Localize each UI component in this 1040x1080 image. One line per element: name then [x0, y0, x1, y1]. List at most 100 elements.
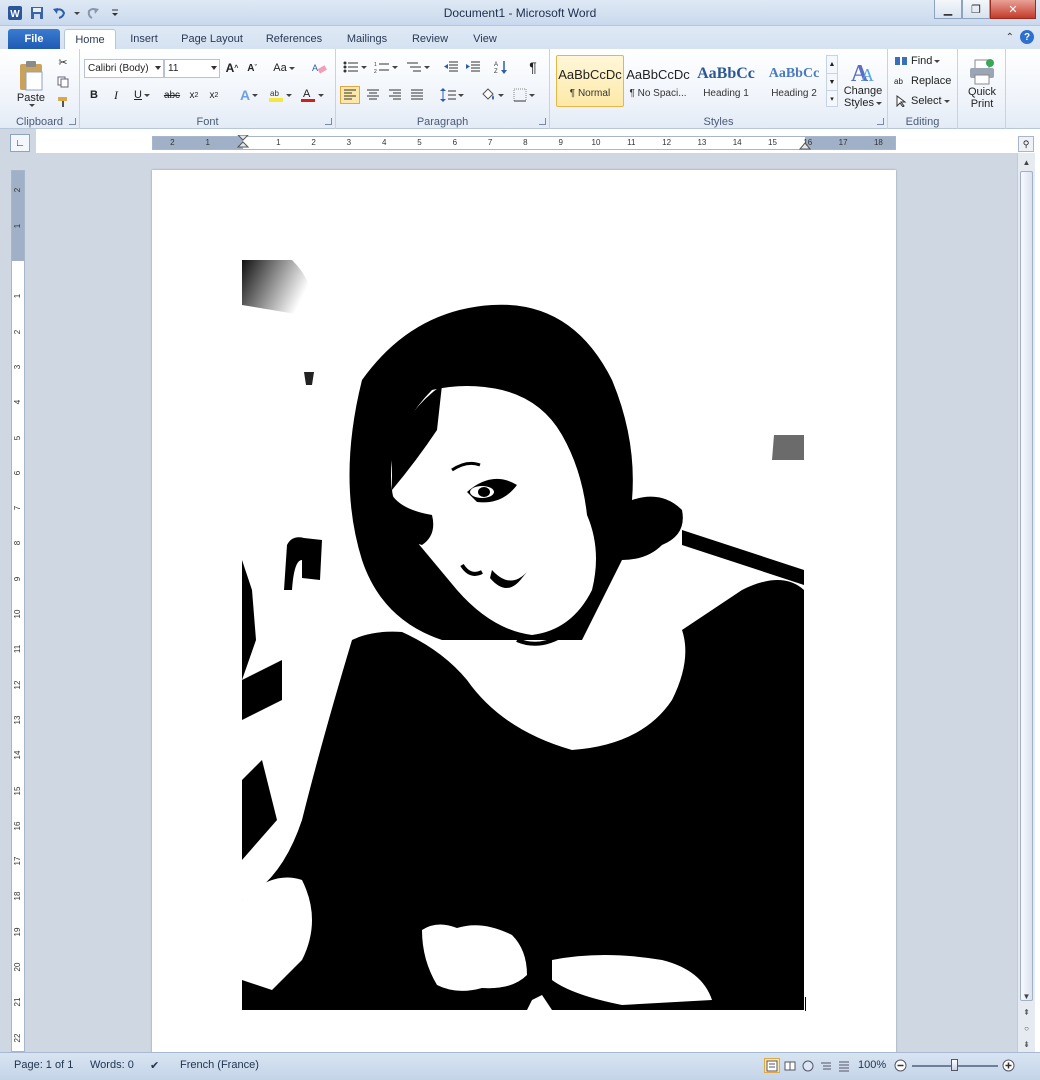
bold-icon[interactable]: B — [86, 87, 102, 103]
close-icon[interactable]: ✕ — [990, 0, 1036, 19]
font-launcher-icon[interactable] — [325, 118, 332, 125]
font-size-combo[interactable]: 11 — [164, 59, 220, 78]
web-layout-view-icon[interactable] — [800, 1058, 816, 1073]
styles-launcher-icon[interactable] — [877, 118, 884, 125]
font-color-icon[interactable]: A — [298, 87, 326, 103]
indent-markers-icon[interactable] — [237, 135, 249, 151]
paste-button[interactable]: Paste — [8, 53, 54, 113]
style-heading-2[interactable]: AaBbCc Heading 2 — [760, 55, 828, 107]
styles-more-icon[interactable]: ▾ — [827, 90, 837, 106]
increase-indent-icon[interactable] — [464, 59, 482, 75]
styles-scroll-down-icon[interactable]: ▼ — [827, 73, 837, 90]
numbering-icon[interactable]: 12 — [372, 59, 400, 75]
outline-view-icon[interactable] — [818, 1058, 834, 1073]
paragraph-launcher-icon[interactable] — [539, 118, 546, 125]
inserted-photo[interactable] — [242, 260, 804, 1010]
underline-icon[interactable]: U — [130, 87, 154, 103]
multilevel-list-icon[interactable] — [404, 59, 432, 75]
window-controls: ▁ ❐ ✕ — [934, 0, 1036, 20]
minimize-icon[interactable]: ▁ — [934, 0, 962, 19]
font-family-combo[interactable]: Calibri (Body) — [84, 59, 164, 78]
cut-icon[interactable]: ✂ — [56, 55, 70, 69]
show-formatting-icon[interactable]: ¶ — [524, 59, 542, 75]
tab-selector-button[interactable]: ∟ — [10, 134, 30, 152]
print-layout-view-icon[interactable] — [764, 1058, 780, 1073]
vruler-tick-label: 17 — [13, 856, 22, 866]
document-page[interactable] — [152, 170, 896, 1060]
zoom-level[interactable]: 100% — [858, 1059, 886, 1071]
style-heading-1[interactable]: AaBbCc Heading 1 — [692, 55, 760, 107]
line-spacing-icon[interactable] — [438, 87, 466, 103]
page-count[interactable]: Page: 1 of 1 — [14, 1059, 73, 1071]
superscript-icon[interactable]: x2 — [206, 87, 222, 103]
align-right-icon[interactable] — [386, 87, 404, 103]
quick-print-button[interactable]: Quick Print — [962, 53, 1002, 115]
highlight-icon[interactable]: ab — [266, 87, 294, 103]
shading-icon[interactable] — [478, 87, 506, 103]
justify-icon[interactable] — [408, 87, 426, 103]
styles-gallery-scroll[interactable]: ▲ ▼ ▾ — [826, 55, 838, 107]
full-screen-reading-view-icon[interactable] — [782, 1058, 798, 1073]
clipboard-launcher-icon[interactable] — [69, 118, 76, 125]
language-status[interactable]: French (France) — [180, 1059, 259, 1071]
paragraph-group: 12 AZ ¶ Paragraph — [336, 49, 550, 129]
text-effects-icon[interactable]: A — [236, 87, 262, 103]
tab-insert[interactable]: Insert — [120, 29, 168, 49]
next-page-icon[interactable]: ⇟ — [1020, 1037, 1033, 1051]
zoom-in-icon[interactable] — [1000, 1058, 1016, 1073]
zoom-slider-thumb[interactable] — [951, 1059, 958, 1071]
scroll-down-icon[interactable]: ▼ — [1020, 989, 1033, 1003]
font-family-value: Calibri (Body) — [88, 63, 149, 74]
tab-view[interactable]: View — [462, 29, 508, 49]
minimize-ribbon-icon[interactable]: ⌃ — [1006, 32, 1014, 43]
tab-mailings[interactable]: Mailings — [338, 29, 396, 49]
scroll-thumb[interactable] — [1020, 171, 1033, 1001]
tab-home[interactable]: Home — [64, 29, 116, 49]
change-case-icon[interactable]: Aa — [272, 60, 296, 76]
right-indent-marker-icon[interactable] — [799, 139, 811, 151]
tab-review[interactable]: Review — [404, 29, 456, 49]
format-painter-icon[interactable] — [56, 95, 70, 109]
proofing-icon[interactable]: ✔ — [150, 1059, 159, 1072]
draft-view-icon[interactable] — [836, 1058, 852, 1073]
zoom-out-icon[interactable] — [892, 1058, 908, 1073]
styles-scroll-up-icon[interactable]: ▲ — [827, 56, 837, 73]
help-icon[interactable]: ? — [1020, 30, 1034, 44]
grow-font-icon[interactable]: A ^ — [224, 60, 240, 76]
style-heading-2-name: Heading 2 — [771, 88, 817, 99]
sort-icon[interactable]: AZ — [492, 59, 510, 75]
strikethrough-icon[interactable]: abc — [162, 87, 182, 103]
tab-page-layout[interactable]: Page Layout — [176, 29, 248, 49]
replace-button[interactable]: ab Replace — [894, 73, 956, 89]
italic-icon[interactable]: I — [108, 87, 124, 103]
align-center-icon[interactable] — [364, 87, 382, 103]
tab-references[interactable]: References — [258, 29, 330, 49]
word-count[interactable]: Words: 0 — [90, 1059, 134, 1071]
vertical-ruler[interactable]: 2 1 1 2 3 4 5 6 7 8 9 10 11 12 13 14 15 16 17 18 19 20 21 22 — [11, 170, 25, 1052]
select-button[interactable]: Select — [894, 93, 956, 109]
select-browse-object-icon[interactable]: ○ — [1020, 1021, 1033, 1035]
bullets-icon[interactable] — [342, 59, 368, 75]
view-ruler-icon[interactable]: ⚲ — [1018, 136, 1034, 152]
decrease-indent-icon[interactable] — [442, 59, 460, 75]
shrink-font-icon[interactable]: Aˇ — [244, 60, 260, 76]
restore-icon[interactable]: ❐ — [962, 0, 990, 19]
tab-file[interactable]: File — [8, 29, 60, 49]
align-left-icon[interactable] — [340, 86, 360, 104]
change-styles-button[interactable]: AA Change Styles — [842, 53, 884, 113]
horizontal-ruler[interactable]: 2 1 1 2 3 4 5 6 7 8 9 10 11 12 13 14 15 16 17 18 — [152, 135, 896, 151]
vruler-tick-label: 1 — [13, 223, 22, 228]
previous-page-icon[interactable]: ⇞ — [1020, 1005, 1033, 1019]
borders-icon[interactable] — [510, 87, 538, 103]
style-normal-preview: AaBbCcDc — [558, 66, 622, 82]
copy-icon[interactable] — [56, 75, 70, 89]
style-normal[interactable]: AaBbCcDc ¶ Normal — [556, 55, 624, 107]
font-group-label: Font — [196, 116, 219, 128]
clear-formatting-icon[interactable]: A — [310, 60, 328, 76]
find-button[interactable]: Find — [894, 53, 956, 69]
vertical-scrollbar[interactable]: ▲ ▼ ⇞ ○ ⇟ — [1017, 153, 1035, 1052]
svg-text:A: A — [312, 63, 318, 73]
scroll-up-icon[interactable]: ▲ — [1020, 155, 1033, 169]
style-no-spacing[interactable]: AaBbCcDc ¶ No Spaci... — [624, 55, 692, 107]
subscript-icon[interactable]: x2 — [186, 87, 202, 103]
